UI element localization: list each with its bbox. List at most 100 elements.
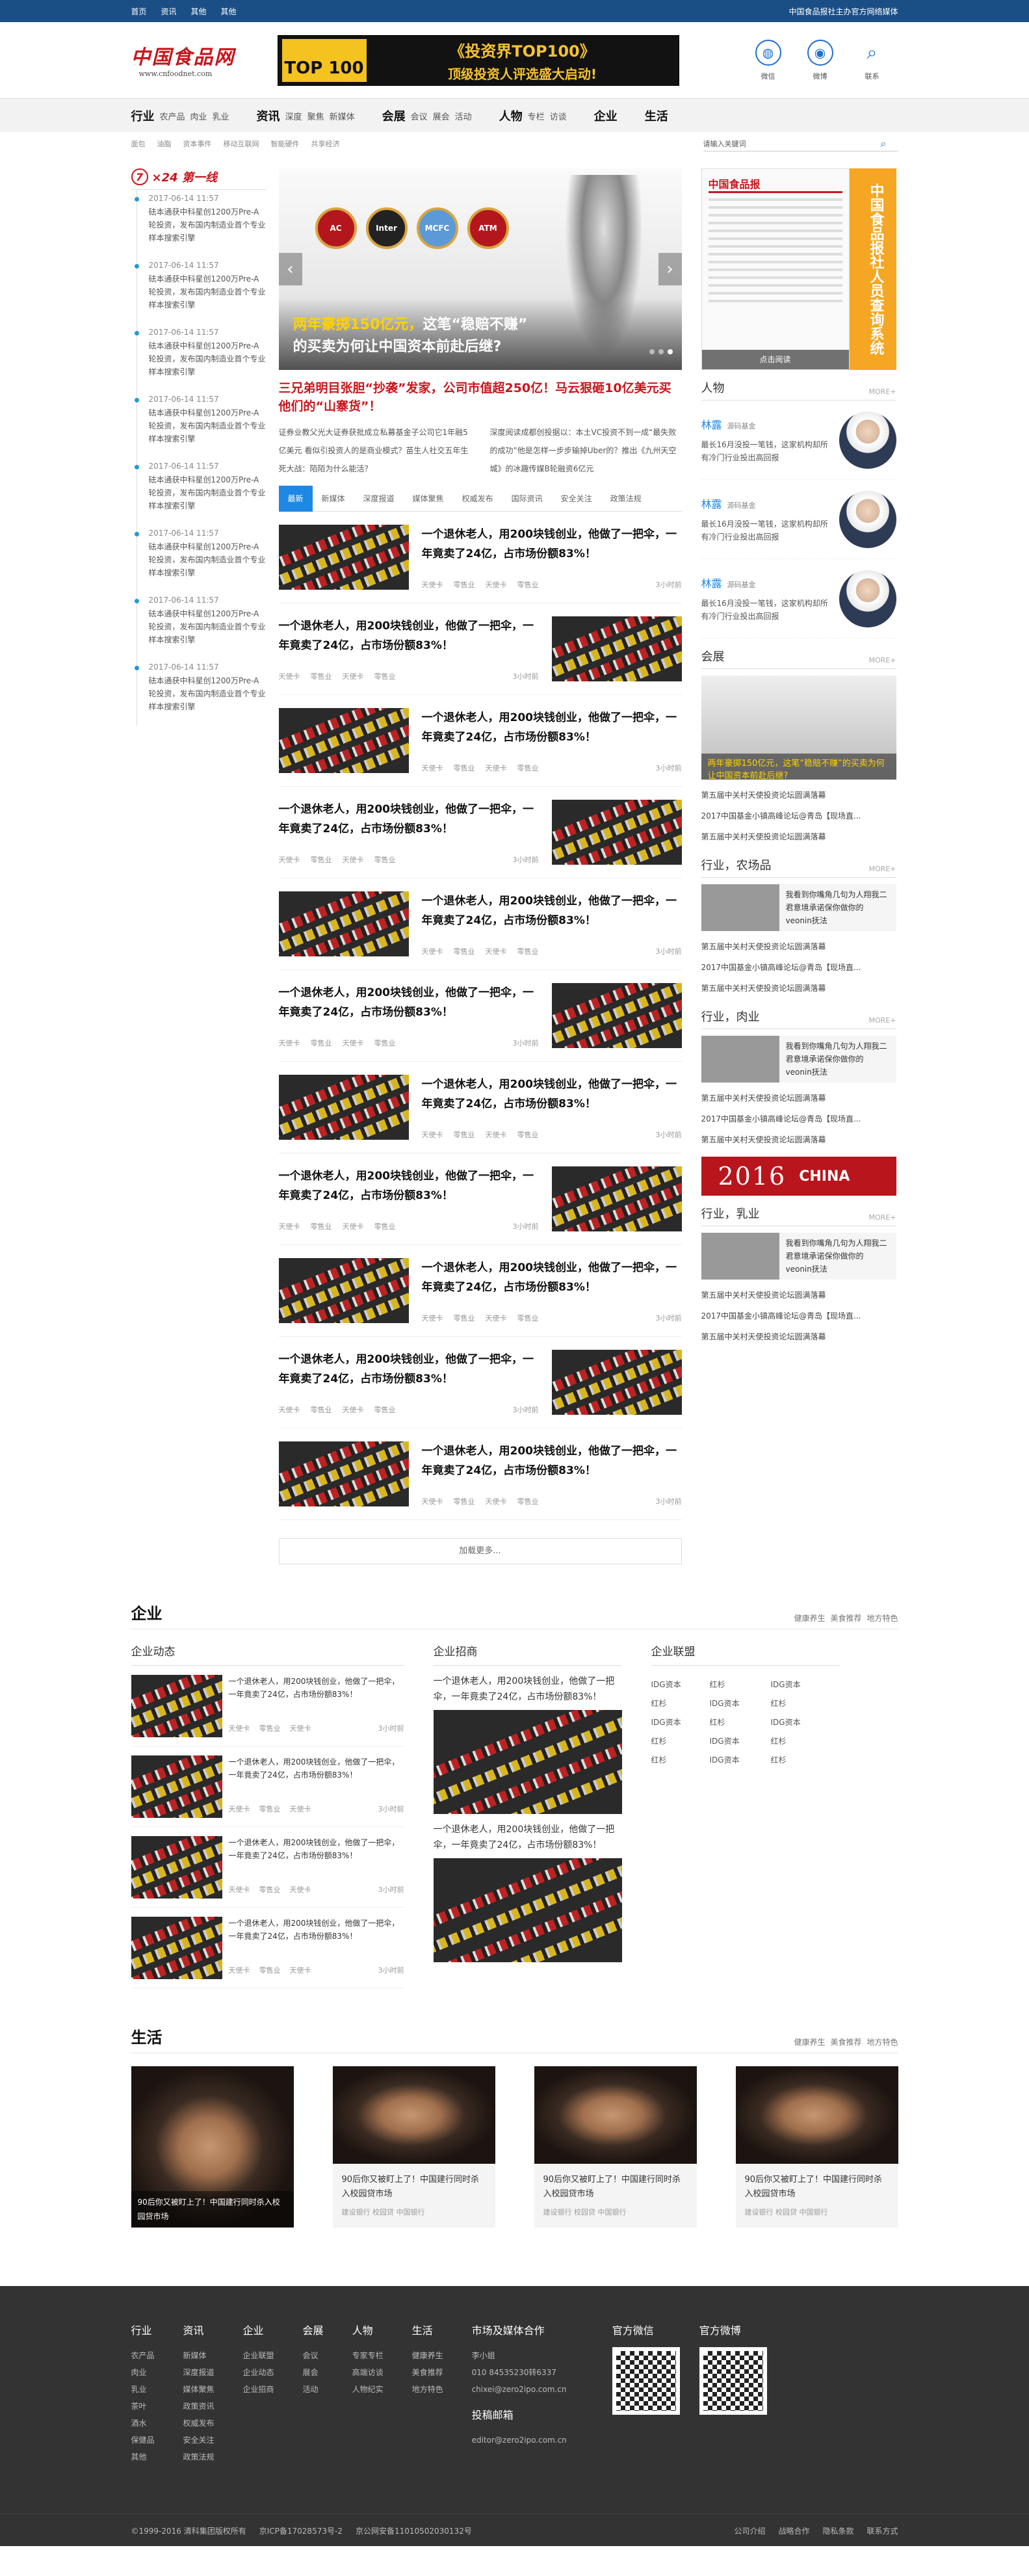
news-tag[interactable]: 天使卡 — [343, 1221, 364, 1231]
news-tag[interactable]: 零售业 — [259, 1804, 281, 1814]
footer-link[interactable]: 健康养生 — [412, 2347, 443, 2364]
nav-expo[interactable]: 会展 — [382, 107, 406, 124]
news-item[interactable]: 一个退休老人，用200块钱创业，他做了一把伞，一年竟卖了24亿，占市场份额83%… — [278, 695, 682, 787]
list-item[interactable]: 2017中国基金小镇高峰论坛@青岛【现场直... — [701, 806, 896, 826]
footer-link[interactable]: 联系方式 — [866, 2525, 898, 2536]
news-thumbnail[interactable] — [278, 525, 409, 590]
life-card[interactable]: 90后你又被盯上了！中国建行同时杀入校园贷市场 建设银行 校园贷 中国银行 — [332, 2066, 495, 2228]
invest-image[interactable] — [433, 1710, 622, 1814]
union-link[interactable]: IDG资本 — [651, 1679, 710, 1690]
news-tag[interactable]: 零售业 — [374, 1221, 396, 1231]
china-2016-ad[interactable]: 2016 CHINA — [701, 1157, 896, 1196]
news-tag[interactable]: 天使卡 — [279, 854, 300, 865]
enterprise-news-title[interactable]: 一个退休老人，用200块钱创业，他做了一把伞，一年竟卖了24亿，占市场份额83%… — [229, 1755, 404, 1781]
slider-next-icon[interactable]: › — [658, 253, 682, 285]
news-item[interactable]: 一个退休老人，用200块钱创业，他做了一把伞，一年竟卖了24亿，占市场份额83%… — [278, 970, 682, 1062]
slider-dot[interactable] — [649, 349, 655, 354]
hero-slider[interactable]: AC Inter MCFC ATM 两年豪掷150亿元，这笔“稳赔不赚” 的买卖… — [278, 168, 682, 370]
enterprise-news-item[interactable]: 一个退休老人，用200块钱创业，他做了一把伞，一年竟卖了24亿，占市场份额83%… — [131, 1666, 404, 1746]
union-link[interactable]: IDG资本 — [710, 1754, 771, 1765]
union-link[interactable]: 红杉 — [710, 1716, 771, 1728]
footer-link[interactable]: 地方特色 — [412, 2381, 443, 2398]
news-thumbnail[interactable] — [131, 1835, 222, 1899]
union-link[interactable]: 红杉 — [710, 1679, 771, 1690]
news-thumbnail[interactable] — [551, 983, 682, 1048]
nav-news[interactable]: 资讯 — [257, 107, 280, 124]
feed-item[interactable]: 2017-06-14 11:57 砝本通获中科星创1200万Pre-A轮投资，发布… — [134, 659, 267, 726]
nav-sub[interactable]: 深度 — [285, 110, 302, 122]
tab-new-media[interactable]: 新媒体 — [313, 486, 354, 512]
tab-latest[interactable]: 最新 — [278, 485, 313, 512]
news-title[interactable]: 一个退休老人，用200块钱创业，他做了一把伞，一年竟卖了24亿，占市场份额83%… — [422, 1075, 682, 1114]
footer-link[interactable]: 新媒体 — [183, 2347, 215, 2364]
footer-link[interactable]: 展会 — [303, 2364, 324, 2381]
section-link[interactable]: 地方特色 — [866, 1614, 898, 1623]
news-tag[interactable]: 天使卡 — [343, 671, 364, 681]
footer-link[interactable]: 企业招商 — [243, 2381, 274, 2398]
news-tag[interactable]: 天使卡 — [279, 1038, 300, 1048]
news-tag[interactable]: 零售业 — [517, 946, 539, 956]
top-link-news[interactable]: 资讯 — [161, 7, 177, 16]
expo-image[interactable]: 两年豪掷150亿元，这笔“稳赔不赚”的买卖为何让中国资本前赴后继? — [701, 676, 896, 781]
police-record[interactable]: 京公网安备11010502030132号 — [356, 2525, 472, 2536]
list-item[interactable]: 第五届中关村天使投资论坛圆满落幕 — [701, 1326, 896, 1347]
footer-link[interactable]: 权威发布 — [183, 2415, 215, 2432]
news-thumbnail[interactable] — [278, 1075, 409, 1140]
union-link[interactable]: 红杉 — [771, 1735, 829, 1746]
union-link[interactable]: IDG资本 — [710, 1735, 771, 1746]
footer-link[interactable]: 安全关注 — [183, 2432, 215, 2449]
news-tag[interactable]: 零售业 — [517, 1129, 539, 1140]
news-tag[interactable]: 天使卡 — [279, 671, 300, 681]
news-thumbnail[interactable] — [131, 1916, 222, 1979]
section-link[interactable]: 健康养生 — [794, 2038, 825, 2047]
news-item[interactable]: 一个退休老人，用200块钱创业，他做了一把伞，一年竟卖了24亿，占市场份额83%… — [278, 603, 682, 695]
intro-text[interactable]: 证券业教父光大证券获批成立私募基金子公司它1年融5亿美元 看似引投资人的是商业模… — [279, 423, 471, 478]
feed-item[interactable]: 2017-06-14 11:57 砝本通获中科星创1200万Pre-A轮投资，发布… — [134, 391, 267, 458]
nav-sub[interactable]: 聚焦 — [307, 110, 324, 122]
section-link[interactable]: 地方特色 — [866, 2038, 898, 2047]
news-tag[interactable]: 天使卡 — [422, 763, 443, 773]
nav-sub[interactable]: 新媒体 — [330, 110, 355, 122]
news-title[interactable]: 一个退休老人，用200块钱创业，他做了一把伞，一年竟卖了24亿，占市场份额83%… — [279, 616, 539, 655]
nav-industry[interactable]: 行业 — [131, 107, 155, 124]
list-item[interactable]: 2017中国基金小镇高峰论坛@青岛【现场直... — [701, 1306, 896, 1326]
top-link-other[interactable]: 其他 — [221, 7, 237, 16]
feed-item[interactable]: 2017-06-14 11:57 砝本通获中科星创1200万Pre-A轮投资，发布… — [134, 525, 267, 592]
invest-image[interactable] — [433, 1858, 622, 1962]
list-item[interactable]: 第五届中关村天使投资论坛圆满落幕 — [701, 826, 896, 847]
nav-sub[interactable]: 会议 — [411, 110, 428, 122]
news-tag[interactable]: 天使卡 — [422, 579, 443, 590]
news-tag[interactable]: 零售业 — [311, 1221, 332, 1231]
nav-sub[interactable]: 农产品 — [160, 110, 185, 122]
subnav-item[interactable]: 共享经济 — [311, 138, 340, 149]
person-card[interactable]: 林露 源码基金 最长16月没投一笔钱，这家机构却所有冷门行业投出高回报 — [701, 480, 896, 559]
footer-link[interactable]: 企业动态 — [243, 2364, 274, 2381]
person-card[interactable]: 林露 源码基金 最长16月没投一笔钱，这家机构却所有冷门行业投出高回报 — [701, 559, 896, 638]
footer-link[interactable]: 隐私条款 — [822, 2525, 853, 2536]
footer-link[interactable]: 深度报道 — [183, 2364, 215, 2381]
top-link-home[interactable]: 首页 — [131, 7, 147, 16]
footer-link[interactable]: 政策法规 — [183, 2449, 215, 2465]
news-title[interactable]: 一个退休老人，用200块钱创业，他做了一把伞，一年竟卖了24亿，占市场份额83%… — [422, 891, 682, 930]
footer-link[interactable]: 高端访谈 — [352, 2364, 384, 2381]
news-tag[interactable]: 天使卡 — [290, 1965, 311, 1975]
union-link[interactable]: IDG资本 — [771, 1716, 829, 1728]
news-tag[interactable]: 零售业 — [374, 1404, 396, 1415]
read-paper-button[interactable]: 点击阅读 — [701, 350, 849, 369]
news-title[interactable]: 一个退休老人，用200块钱创业，他做了一把伞，一年竟卖了24亿，占市场份额83%… — [422, 708, 682, 747]
tab-official[interactable]: 权威发布 — [453, 486, 502, 512]
news-tag[interactable]: 天使卡 — [422, 1129, 443, 1140]
footer-link[interactable]: 媒体聚焦 — [183, 2381, 215, 2398]
footer-link[interactable]: 农产品 — [131, 2347, 155, 2364]
feed-item[interactable]: 2017-06-14 11:57 砝本通获中科星创1200万Pre-A轮投资，发布… — [134, 257, 267, 324]
news-tag[interactable]: 零售业 — [259, 1723, 281, 1733]
top-link-other[interactable]: 其他 — [191, 7, 207, 16]
news-title[interactable]: 一个退休老人，用200块钱创业，他做了一把伞，一年竟卖了24亿，占市场份额83%… — [279, 983, 539, 1022]
e-paper[interactable]: 中国食品报 点击阅读 中国食品报社人员查询系统 — [701, 168, 896, 370]
news-tag[interactable]: 零售业 — [454, 1496, 475, 1506]
news-tag[interactable]: 零售业 — [454, 1313, 475, 1323]
news-item[interactable]: 一个退休老人，用200块钱创业，他做了一把伞，一年竟卖了24亿，占市场份额83%… — [278, 1428, 682, 1520]
footer-link[interactable]: 公司介绍 — [734, 2525, 765, 2536]
union-link[interactable]: IDG资本 — [651, 1716, 710, 1728]
footer-link[interactable]: 美食推荐 — [412, 2364, 443, 2381]
